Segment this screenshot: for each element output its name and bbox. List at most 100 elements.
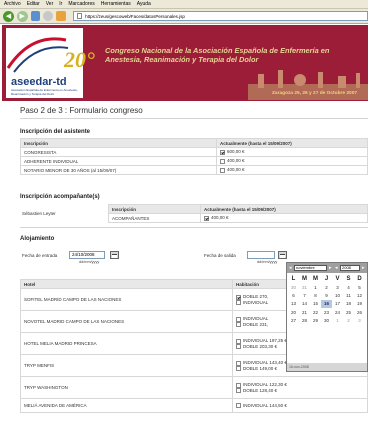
calendar-day[interactable]: 22 bbox=[310, 308, 321, 316]
hotel-name: TRYP WASHINGTON bbox=[20, 376, 233, 399]
menu-marcadores[interactable]: Marcadores bbox=[68, 1, 94, 7]
calendar-day[interactable]: 17 bbox=[332, 300, 343, 308]
stop-icon[interactable] bbox=[43, 11, 54, 21]
calendar-day[interactable]: 21 bbox=[299, 308, 310, 316]
calendar-day[interactable]: 1 bbox=[310, 283, 321, 291]
calendar-day[interactable]: 1 bbox=[332, 317, 343, 325]
calendar-day[interactable]: 14 bbox=[299, 300, 310, 308]
calendar-day[interactable]: 27 bbox=[288, 317, 299, 325]
adherente-checkbox[interactable] bbox=[220, 158, 225, 164]
room-checkbox[interactable] bbox=[236, 338, 241, 344]
entrada-date-input[interactable]: 24/10/2008 bbox=[69, 251, 105, 259]
room-checkbox[interactable] bbox=[236, 382, 241, 388]
room-label: INDIVIDUAL 122,30 € bbox=[243, 382, 287, 388]
salida-label: Fecha de salida bbox=[204, 253, 236, 258]
room-checkbox[interactable] bbox=[236, 294, 241, 300]
weekday: M bbox=[302, 275, 307, 282]
room-checkbox[interactable] bbox=[236, 360, 241, 366]
room-label: DOBLE 270, bbox=[243, 294, 269, 300]
menu-herramientas[interactable]: Herramientas bbox=[101, 1, 131, 7]
calendar-day[interactable]: 5 bbox=[354, 283, 365, 291]
weekday: S bbox=[346, 275, 351, 282]
calendar-day[interactable]: 2 bbox=[321, 283, 332, 291]
acompanantes-checkbox[interactable] bbox=[204, 215, 209, 221]
next-year-icon[interactable]: ▸ bbox=[362, 265, 366, 271]
calendar-day[interactable]: 13 bbox=[288, 300, 299, 308]
entrada-format: dd/mm/yyyy bbox=[79, 260, 100, 264]
menu-ir[interactable]: Ir bbox=[59, 1, 62, 7]
calendar-day[interactable]: 18 bbox=[343, 300, 354, 308]
congresista-checkbox[interactable] bbox=[220, 149, 225, 155]
calendar-day[interactable]: 30 bbox=[321, 317, 332, 325]
entrada-calendar-icon[interactable] bbox=[110, 251, 119, 259]
room-checkbox[interactable] bbox=[236, 316, 241, 322]
price-text: 400,00 € bbox=[227, 158, 245, 164]
price-text: 400,00 € bbox=[227, 167, 245, 173]
reload-icon[interactable] bbox=[30, 11, 41, 21]
calendar-day[interactable]: 4 bbox=[343, 283, 354, 291]
calendar-day[interactable]: 23 bbox=[321, 308, 332, 316]
calendar-day[interactable]: 20 bbox=[288, 308, 299, 316]
calendar-day[interactable]: 7 bbox=[299, 291, 310, 299]
calendar-day[interactable]: 11 bbox=[343, 291, 354, 299]
table-row: TRYP WASHINGTON INDIVIDUAL 122,30 € DOBL… bbox=[20, 376, 368, 399]
calendar-day[interactable]: 26 bbox=[354, 308, 365, 316]
room-checkbox[interactable] bbox=[236, 299, 241, 305]
weekday: L bbox=[291, 275, 296, 282]
banner-title: Congreso Nacional de la Asociación Españ… bbox=[105, 46, 330, 64]
menu-archivo[interactable]: Archivo bbox=[4, 1, 21, 7]
logo: 20° aseedar-td Asociación Española de En… bbox=[6, 28, 95, 98]
calendar-day[interactable]: 10 bbox=[332, 291, 343, 299]
price-cell: 600,00 € bbox=[216, 147, 368, 157]
column-header: Hotel bbox=[20, 279, 233, 289]
logo-name: aseedar-td bbox=[11, 76, 67, 88]
month-select[interactable]: noviembre bbox=[294, 265, 327, 271]
price-cell: 400,00 € bbox=[200, 213, 368, 223]
address-bar[interactable]: https://zeus/gescoweb/Faces/datosPersona… bbox=[73, 11, 368, 21]
calendar-day[interactable]: 6 bbox=[288, 291, 299, 299]
column-header: Actualmente (hasta el 15/09/2007) bbox=[216, 138, 368, 148]
calendar-day[interactable]: 12 bbox=[354, 291, 365, 299]
room-checkbox[interactable] bbox=[236, 321, 241, 327]
calendar-day[interactable]: 30 bbox=[288, 283, 299, 291]
column-header: Inscripción bbox=[108, 204, 201, 214]
calendar-day-today[interactable]: 16 bbox=[321, 299, 332, 309]
calendar-day[interactable]: 24 bbox=[332, 308, 343, 316]
calendar-day[interactable]: 25 bbox=[343, 308, 354, 316]
forward-button[interactable]: ▶ bbox=[16, 10, 28, 22]
menu-editar[interactable]: Editar bbox=[27, 1, 40, 7]
room-checkbox[interactable] bbox=[236, 343, 241, 349]
room-checkbox[interactable] bbox=[236, 387, 241, 393]
home-icon[interactable] bbox=[56, 11, 67, 21]
calendar-day[interactable]: 3 bbox=[332, 283, 343, 291]
calendar-day[interactable]: 28 bbox=[299, 317, 310, 325]
calendar-day[interactable]: 15 bbox=[310, 300, 321, 308]
calendar-day[interactable]: 19 bbox=[354, 300, 365, 308]
year-select[interactable]: 2008 bbox=[340, 265, 360, 271]
calendar-day[interactable]: 8 bbox=[310, 291, 321, 299]
calendar-day[interactable]: 29 bbox=[310, 317, 321, 325]
room-checkbox[interactable] bbox=[236, 365, 241, 371]
back-button[interactable]: ◀ bbox=[3, 10, 14, 22]
next-month-icon[interactable]: ▸ bbox=[329, 265, 333, 271]
room-checkbox[interactable] bbox=[236, 403, 241, 409]
price-cell: 400,00 € bbox=[216, 156, 368, 166]
acompanantes-title: Inscripción acompañante(s) bbox=[20, 194, 100, 200]
notario-checkbox[interactable] bbox=[220, 167, 225, 173]
menu-bar: Archivo Editar Ver Ir Marcadores Herrami… bbox=[0, 0, 368, 9]
salida-calendar-icon[interactable] bbox=[278, 251, 287, 259]
menu-ayuda[interactable]: Ayuda bbox=[137, 1, 151, 7]
room-options: INDIVIDUAL 144,50 € bbox=[232, 398, 368, 413]
prev-month-icon[interactable]: ◂ bbox=[289, 265, 293, 271]
week-row: 6 7 8 9 10 11 12 bbox=[288, 291, 365, 299]
prev-year-icon[interactable]: ◂ bbox=[335, 265, 339, 271]
week-row: 13 14 15 16 17 18 19 bbox=[288, 299, 365, 309]
weekday-row: L M M J V S D bbox=[288, 274, 365, 283]
calendar-day[interactable]: 3 bbox=[354, 317, 365, 325]
calendar-day[interactable]: 31 bbox=[299, 283, 310, 291]
menu-ver[interactable]: Ver bbox=[46, 1, 54, 7]
calendar-day[interactable]: 9 bbox=[321, 291, 332, 299]
calendar-day[interactable]: 2 bbox=[343, 317, 354, 325]
salida-date-input[interactable] bbox=[247, 251, 275, 259]
hotel-name: HOTEL MELIA MADRID PRINCESA bbox=[20, 332, 233, 355]
